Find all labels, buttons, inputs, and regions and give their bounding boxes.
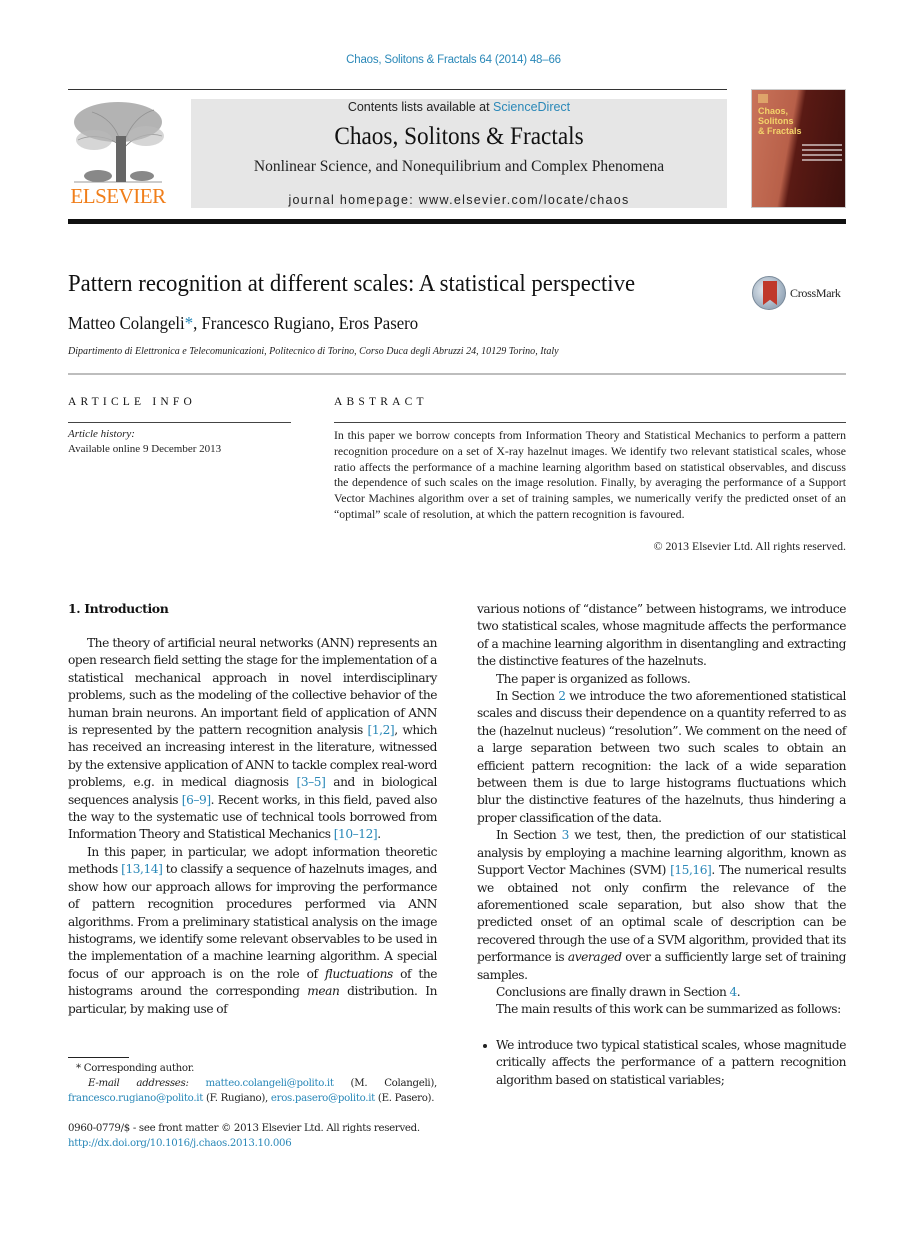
article-history-value: Available online 9 December 2013 [68, 443, 222, 455]
footnotes: * Corresponding author. E-mail addresses… [68, 1061, 437, 1106]
list-item-text: We introduce two typical statistical sca… [496, 1037, 846, 1087]
section-link[interactable]: 3 [562, 828, 570, 842]
paragraph: Conclusions are finally drawn in Section… [477, 984, 846, 1001]
crossmark-label: CrossMark [790, 286, 841, 300]
contents-line: Contents lists available at ScienceDirec… [191, 100, 727, 114]
citation-link[interactable]: [1,2] [368, 723, 395, 737]
crossmark-icon [752, 276, 786, 310]
section-link[interactable]: 2 [558, 689, 566, 703]
elsevier-wordmark: ELSEVIER [70, 184, 166, 208]
abstract-copyright: © 2013 Elsevier Ltd. All rights reserved… [653, 539, 846, 553]
results-list: We introduce two typical statistical sca… [477, 1037, 846, 1089]
paragraph: The main results of this work can be sum… [496, 1002, 841, 1017]
author-name[interactable]: Eros Pasero [339, 313, 419, 333]
citation-link[interactable]: [15,16] [670, 863, 712, 877]
emphasis: fluctuations [324, 966, 393, 981]
citation-link[interactable]: [13,14] [121, 862, 163, 876]
journal-subtitle: Nonlinear Science, and Nonequilibrium an… [253, 158, 665, 175]
footnote-text: Corresponding author. [83, 1063, 195, 1074]
email-link[interactable]: francesco.rugiano@polito.it [68, 1093, 203, 1104]
contents-prefix: Contents lists available at [347, 100, 494, 114]
cover-title-line: Solitons [758, 116, 794, 126]
email-note: E-mail addresses: matteo.colangeli@polit… [68, 1076, 437, 1106]
paragraph: In Section 2 we introduce the two aforem… [477, 688, 846, 827]
doi-link[interactable]: http://dx.doi.org/10.1016/j.chaos.2013.1… [68, 1138, 292, 1149]
section-link[interactable]: 4 [729, 985, 737, 999]
cover-title: Chaos, Solitons & Fractals [758, 106, 802, 136]
section-heading-introduction: 1. Introduction [68, 601, 169, 616]
citation-link[interactable]: [3–5] [297, 775, 326, 789]
cover-emblem-icon [758, 94, 768, 103]
abstract-rule [334, 422, 846, 423]
paragraph-continued: various notions of “distance” between hi… [477, 601, 846, 671]
section-divider [68, 373, 846, 375]
text-run: In Section [496, 828, 562, 843]
email-link[interactable]: matteo.colangeli@polito.it [206, 1078, 334, 1089]
sciencedirect-link[interactable]: ScienceDirect [493, 100, 570, 114]
elsevier-tree-icon [74, 102, 164, 183]
paragraph: In this paper, in particular, we adopt i… [68, 844, 437, 1018]
email-label: E-mail addresses: [88, 1078, 189, 1089]
paragraph: The paper is organized as follows. [496, 671, 691, 686]
text-run: . [736, 984, 741, 999]
citation-link[interactable]: [6–9] [182, 793, 211, 807]
article-history-label: Article history: [68, 428, 135, 440]
text-run: we introduce the two aforementioned stat… [477, 689, 846, 825]
abstract-text: In this paper we borrow concepts from In… [334, 428, 846, 521]
email-owner: (F. Rugiano), [203, 1093, 271, 1104]
email-link[interactable]: eros.pasero@polito.it [271, 1093, 375, 1104]
article-info-heading: ARTICLE INFO [68, 396, 196, 408]
emphasis: averaged [567, 950, 622, 965]
footnote-rule [68, 1057, 129, 1058]
header-top-rule [68, 89, 727, 90]
elsevier-logo: ELSEVIER [68, 96, 168, 208]
issn-doi-block: 0960-0779/$ - see front matter © 2013 El… [68, 1121, 437, 1151]
journal-reference[interactable]: Chaos, Solitons & Fractals 64 (2014) 48–… [0, 54, 907, 66]
footnote-marker: * [76, 1063, 81, 1074]
cover-title-line: Chaos, [758, 106, 789, 116]
text-run: various notions of “distance” between hi… [477, 602, 846, 669]
text-run: to classify a sequence of hazelnuts imag… [68, 862, 437, 981]
email-owner: (E. Pasero). [374, 1093, 435, 1104]
text-run: . The numerical results we obtained not … [477, 863, 847, 965]
list-item: We introduce two typical statistical sca… [477, 1037, 846, 1089]
journal-masthead: Contents lists available at ScienceDirec… [191, 99, 727, 208]
right-column-body: various notions of “distance” between hi… [477, 601, 846, 1089]
author-name[interactable]: Francesco Rugiano [201, 313, 330, 333]
author-separator: , [330, 313, 339, 333]
text-run: In Section [496, 689, 559, 704]
emphasis: mean [307, 984, 340, 999]
journal-cover-thumbnail[interactable]: Chaos, Solitons & Fractals [751, 89, 846, 208]
journal-homepage[interactable]: journal homepage: www.elsevier.com/locat… [191, 193, 727, 207]
text-run: . [377, 827, 381, 842]
cover-subtitle-lines [802, 144, 842, 164]
crossmark-badge[interactable]: CrossMark [752, 276, 848, 312]
text-run: Conclusions are finally drawn in Section [496, 984, 730, 999]
paragraph: The theory of artificial neural networks… [68, 635, 437, 844]
corresponding-author-note: * Corresponding author. [68, 1061, 437, 1076]
paper-title: Pattern recognition at different scales:… [68, 270, 636, 297]
cover-title-line: & Fractals [758, 126, 802, 136]
author-name[interactable]: Matteo Colangeli [68, 313, 185, 333]
abstract-heading: ABSTRACT [334, 396, 428, 408]
affiliation: Dipartimento di Elettronica e Telecomuni… [68, 345, 559, 357]
issn-line: 0960-0779/$ - see front matter © 2013 El… [68, 1123, 420, 1134]
paragraph: In Section 3 we test, then, the predicti… [477, 827, 846, 984]
bullet-icon [483, 1043, 487, 1048]
article-info-rule [68, 422, 291, 423]
author-list: Matteo Colangeli*, Francesco Rugiano, Er… [68, 313, 418, 334]
header-thick-rule [68, 219, 846, 224]
left-column-body: The theory of artificial neural networks… [68, 635, 437, 1018]
text-run: The theory of artificial neural networks… [68, 636, 437, 738]
journal-title: Chaos, Solitons & Fractals [334, 123, 584, 150]
citation-link[interactable]: [10–12] [334, 827, 378, 841]
email-owner: (M. Colangeli), [333, 1078, 438, 1089]
